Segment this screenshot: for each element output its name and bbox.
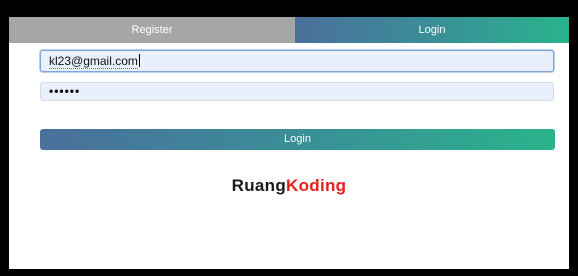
login-button[interactable]: Login — [40, 129, 555, 150]
brand-part-2: Koding — [286, 176, 347, 195]
tab-register[interactable]: Register — [9, 17, 295, 43]
text-caret — [138, 54, 140, 67]
window-frame: Register Login kl23@gmail.com •••••• Log… — [0, 0, 578, 276]
tab-login[interactable]: Login — [295, 17, 569, 43]
brand-part-1: Ruang — [231, 176, 287, 195]
email-value: kl23@gmail.com — [49, 54, 138, 69]
password-mask: •••••• — [49, 84, 81, 98]
auth-panel: Register Login kl23@gmail.com •••••• Log… — [9, 17, 569, 269]
brand-logo: RuangKoding — [9, 176, 569, 196]
email-field[interactable]: kl23@gmail.com — [40, 50, 554, 72]
password-field[interactable]: •••••• — [40, 82, 554, 101]
auth-tabs: Register Login — [9, 17, 569, 43]
